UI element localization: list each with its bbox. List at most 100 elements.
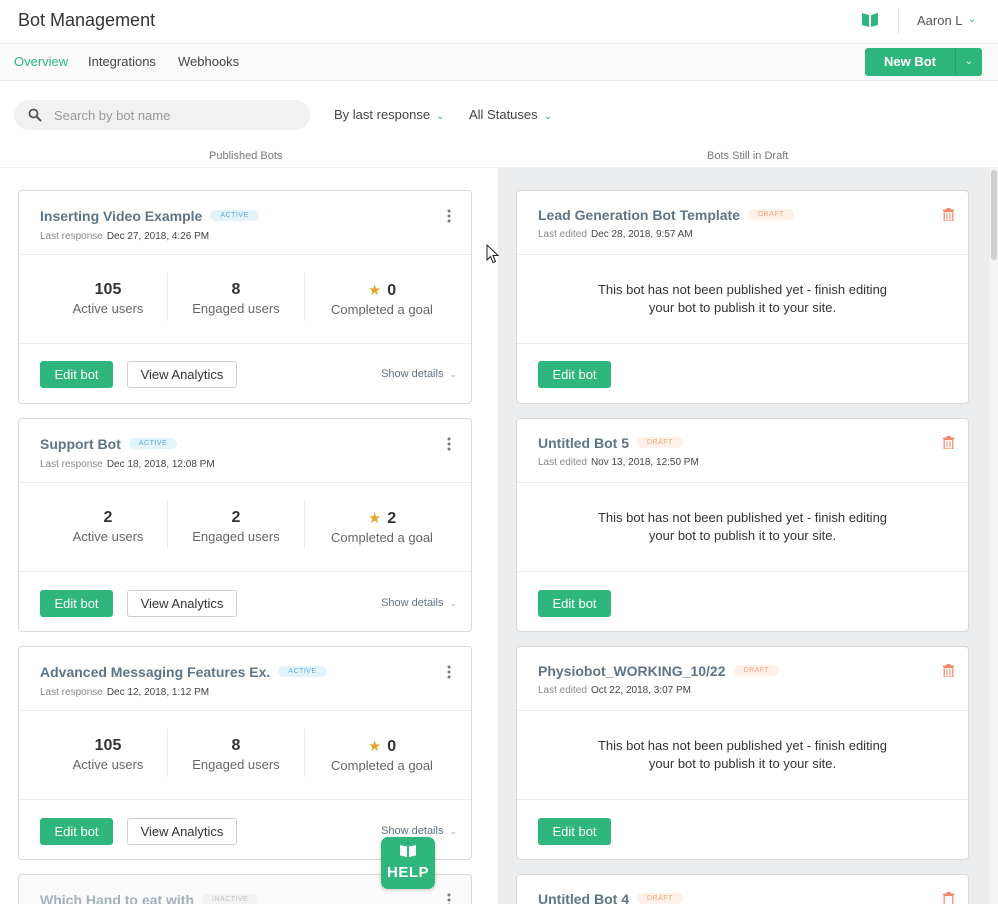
bot-title[interactable]: Advanced Messaging Features Ex. ACTIVE (40, 664, 327, 680)
edit-bot-button[interactable]: Edit bot (538, 818, 611, 845)
edit-bot-button[interactable]: Edit bot (40, 361, 113, 388)
scrollbar-thumb[interactable] (991, 170, 997, 260)
help-button[interactable]: HELP (381, 837, 435, 889)
bot-name[interactable]: Inserting Video Example (40, 208, 202, 224)
status-badge: DRAFT (733, 664, 780, 676)
draft-bot-card: Untitled Bot 5 DRAFT Last edited Nov 13, 2… (516, 418, 969, 632)
show-details-link[interactable]: Show details ⌄ (381, 597, 457, 609)
stat-completed-goal: ★ 2 Completed a goal (317, 509, 447, 545)
search-input[interactable] (54, 100, 294, 130)
show-details-label[interactable]: Show details (381, 368, 443, 380)
chevron-down-icon[interactable]: ⌄ (956, 48, 982, 76)
stat-value: 8 (231, 281, 241, 298)
published-column-label: Published Bots (209, 150, 283, 162)
more-options-icon[interactable] (447, 209, 451, 223)
tab-integrations[interactable]: Integrations (88, 54, 156, 69)
meta-value: Oct 22, 2018, 3:07 PM (590, 685, 691, 696)
card-divider (19, 254, 471, 255)
book-icon[interactable] (861, 12, 879, 28)
bot-title[interactable]: Untitled Bot 5 DRAFT (538, 435, 683, 451)
draft-message: This bot has not been published yet - fi… (517, 509, 968, 545)
more-options-icon[interactable] (447, 893, 451, 904)
bot-title[interactable]: Which Hand to eat with INACTIVE (40, 892, 259, 904)
published-bot-card: Support Bot ACTIVE Last response Dec 18, 2… (18, 418, 472, 632)
stat-value: 105 (94, 737, 122, 754)
trash-icon[interactable] (943, 436, 954, 449)
search-icon (28, 108, 42, 122)
bot-meta: Last response Dec 27, 2018, 4:26 PM (40, 231, 209, 242)
view-analytics-button[interactable]: View Analytics (127, 818, 237, 845)
card-divider (517, 343, 968, 344)
bot-name[interactable]: Support Bot (40, 436, 121, 452)
new-bot-button[interactable]: New Bot ⌄ (865, 48, 982, 76)
draft-bot-card: Lead Generation Bot Template DRAFT Last e… (516, 190, 969, 404)
bot-name[interactable]: Physiobot_WORKING_10/22 (538, 663, 726, 679)
draft-column-label: Bots Still in Draft (707, 150, 789, 162)
show-details-label[interactable]: Show details (381, 597, 443, 609)
stat-label: Active users (72, 301, 144, 316)
edit-bot-button[interactable]: Edit bot (538, 590, 611, 617)
status-dropdown[interactable]: All Statuses ⌄ (469, 107, 552, 122)
view-analytics-button[interactable]: View Analytics (127, 361, 237, 388)
bot-title[interactable]: Lead Generation Bot Template DRAFT (538, 207, 794, 223)
bot-name[interactable]: Untitled Bot 5 (538, 435, 629, 451)
draft-message: This bot has not been published yet - fi… (517, 737, 968, 773)
show-details-link[interactable]: Show details ⌄ (381, 825, 457, 837)
trash-icon[interactable] (943, 892, 954, 904)
view-analytics-button[interactable]: View Analytics (127, 590, 237, 617)
bot-name[interactable]: Advanced Messaging Features Ex. (40, 664, 270, 680)
user-menu-name[interactable]: Aaron L (917, 13, 963, 28)
stat-label: Completed a goal (331, 758, 433, 773)
bot-title[interactable]: Support Bot ACTIVE (40, 436, 178, 452)
meta-label: Last edited (538, 229, 587, 240)
stat-engaged-users: 2 Engaged users (177, 509, 295, 544)
new-bot-label[interactable]: New Bot (865, 48, 955, 76)
meta-label: Last edited (538, 457, 587, 468)
stat-active-users: 105 Active users (49, 281, 167, 316)
star-icon: ★ (367, 282, 382, 299)
trash-icon[interactable] (943, 664, 954, 677)
edit-bot-button[interactable]: Edit bot (538, 361, 611, 388)
edit-bot-button[interactable]: Edit bot (40, 818, 113, 845)
bot-name[interactable]: Which Hand to eat with (40, 892, 194, 904)
chevron-down-icon: ⌄ (436, 111, 445, 122)
tab-overview[interactable]: Overview (14, 54, 68, 69)
card-divider (19, 799, 471, 800)
card-divider (19, 482, 471, 483)
bot-name[interactable]: Untitled Bot 4 (538, 891, 629, 904)
edit-bot-button[interactable]: Edit bot (40, 590, 113, 617)
status-badge: DRAFT (637, 892, 683, 904)
tab-webhooks[interactable]: Webhooks (178, 54, 239, 69)
more-options-icon[interactable] (447, 437, 451, 451)
trash-icon[interactable] (943, 208, 954, 221)
status-badge: ACTIVE (128, 437, 178, 449)
stat-divider (304, 501, 305, 549)
chevron-down-icon[interactable]: ⌄ (449, 369, 457, 379)
stat-divider (167, 501, 168, 549)
status-badge: ACTIVE (278, 665, 327, 677)
stat-label: Engaged users (192, 529, 280, 544)
stat-value: 2 (387, 510, 397, 527)
scrollbar-track[interactable] (990, 168, 998, 904)
card-divider (517, 710, 968, 711)
star-icon: ★ (367, 738, 382, 755)
stat-divider (304, 729, 305, 777)
bot-title[interactable]: Physiobot_WORKING_10/22 DRAFT (538, 663, 780, 679)
bot-title[interactable]: Untitled Bot 4 DRAFT (538, 891, 683, 904)
meta-value: Dec 18, 2018, 12:08 PM (106, 459, 215, 470)
show-details-label[interactable]: Show details (381, 825, 443, 837)
stat-label: Engaged users (192, 301, 280, 316)
status-dropdown-label: All Statuses (469, 107, 538, 122)
draft-message: This bot has not been published yet - fi… (517, 281, 968, 317)
more-options-icon[interactable] (447, 665, 451, 679)
chevron-down-icon[interactable]: ⌄ (449, 826, 457, 836)
show-details-link[interactable]: Show details ⌄ (381, 368, 457, 380)
chevron-down-icon[interactable]: ⌄ (449, 598, 457, 608)
sort-dropdown[interactable]: By last response ⌄ (334, 107, 445, 122)
stat-engaged-users: 8 Engaged users (177, 737, 295, 772)
bot-name[interactable]: Lead Generation Bot Template (538, 207, 740, 223)
star-icon: ★ (367, 510, 382, 527)
bot-title[interactable]: Inserting Video Example ACTIVE (40, 208, 259, 224)
search-box[interactable] (14, 100, 310, 130)
chevron-down-icon[interactable]: ⌄ (968, 14, 976, 25)
